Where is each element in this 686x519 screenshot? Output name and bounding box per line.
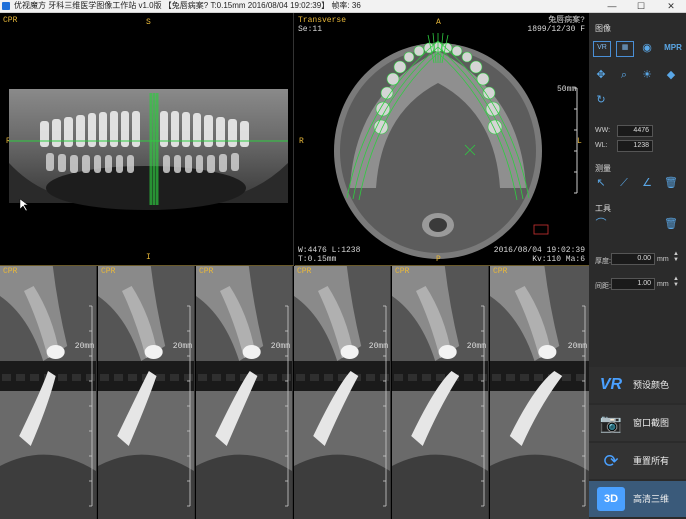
window-capture-label: 窗口截图 <box>633 418 670 428</box>
app-icon <box>2 2 10 10</box>
cpr-slice-image <box>98 266 194 519</box>
layers-icon[interactable]: ◆ <box>663 68 679 82</box>
camera-icon: 📷 <box>599 413 623 433</box>
control-panel: 图像 VR ▦ ◉ MPR ✥ ⌕ ☀ ◆ ↻ WW: 4476 WL: 123… <box>589 13 686 519</box>
reset-all-label: 重置所有 <box>633 456 670 466</box>
cpr-slice-label: CPR <box>395 267 410 276</box>
interval-unit: mm <box>657 281 669 288</box>
thickness-label: 厚度: <box>595 258 611 265</box>
thickness-unit: mm <box>657 256 669 263</box>
layout-grid-icon[interactable]: ▦ <box>616 41 634 57</box>
wl-field[interactable]: 1238 <box>617 140 653 152</box>
window-capture-button[interactable]: 📷 窗口截图 <box>589 405 686 441</box>
thickness-field[interactable]: 0.00 <box>611 253 655 265</box>
cpr-slice-label: CPR <box>3 267 18 276</box>
cpr-slice-image <box>294 266 390 519</box>
slice-thickness: T:0.15mm <box>298 255 337 264</box>
axial-image <box>334 32 578 259</box>
cpr-slice-scale: 20mm <box>74 342 94 351</box>
reset-all-button[interactable]: ⟳ 重置所有 <box>589 443 686 479</box>
patient-birthdate: 1899/12/30 F <box>527 25 585 34</box>
line-tool-icon[interactable]: ⟋ <box>616 176 632 190</box>
preset-color-button[interactable]: VR 预设颜色 <box>589 367 686 403</box>
image-section-title: 图像 <box>595 24 611 33</box>
mpr-mode-button[interactable]: MPR <box>663 41 683 55</box>
arrow-tool-icon[interactable]: ↖ <box>593 176 609 190</box>
cpr-slice-scale: 20mm <box>368 342 388 351</box>
cpr-slice-image <box>0 266 96 519</box>
cpr-slice-scale: 20mm <box>172 342 192 351</box>
orient-left: R <box>299 137 304 146</box>
series-label: Se:11 <box>298 25 323 34</box>
cpr-viewport[interactable]: CPR S I R L <box>0 13 294 266</box>
wl-label: WL: <box>595 142 608 149</box>
reset-icon: ⟳ <box>603 451 619 471</box>
orient-bottom: P <box>436 255 441 264</box>
cpr-slice-label: CPR <box>493 267 508 276</box>
cpr-slice-scale: 20mm <box>466 342 486 351</box>
zoom-icon[interactable]: ⌕ <box>616 68 632 82</box>
window-level: W:4476 L:1238 <box>298 246 361 255</box>
interval-stepper[interactable]: ▲ ▼ <box>673 276 679 288</box>
cpr-slice-5[interactable]: CPR 20mm <box>392 266 489 519</box>
interval-field[interactable]: 1.00 <box>611 278 655 290</box>
preset-color-label: 预设颜色 <box>633 380 670 390</box>
ww-field[interactable]: 4476 <box>617 125 653 137</box>
cpr-slice-scale: 20mm <box>270 342 290 351</box>
hd-3d-button[interactable]: 3D 高清三维 <box>589 481 686 517</box>
hd-3d-icon: 3D <box>597 487 625 511</box>
kv-ma: Kv:110 Ma:6 <box>532 255 585 264</box>
scale-label: 50mm <box>557 85 577 94</box>
window-title: 优视魔方 牙科三维医学图像工作站 v1.0版 【兔唇病案? T:0.15mm 2… <box>14 1 361 10</box>
interval-label: 间距: <box>595 283 611 290</box>
minimize-button[interactable]: — <box>597 0 627 12</box>
transverse-label: Transverse <box>298 16 347 25</box>
move-icon[interactable]: ✥ <box>593 68 609 82</box>
viewport-area: CPR S I R L <box>0 13 589 519</box>
cpr-slice-2[interactable]: CPR 20mm <box>98 266 195 519</box>
trash-icon[interactable]: 🗑 <box>663 217 679 231</box>
tools-section-title: 工具 <box>595 204 611 213</box>
transverse-viewport[interactable]: Transverse Se:11 兔唇病案? 1899/12/30 F A P … <box>295 13 589 266</box>
cpr-slice-label: CPR <box>101 267 116 276</box>
vr-mode-button[interactable]: VR <box>593 41 611 57</box>
cpr-slice-4[interactable]: CPR 20mm <box>294 266 391 519</box>
thickness-stepper[interactable]: ▲ ▼ <box>673 251 679 263</box>
cpr-slice-scale: 20mm <box>567 342 587 351</box>
orient-top: A <box>436 18 441 27</box>
orient-right: L <box>577 137 582 146</box>
acquisition-time: 2016/08/04 19:02:39 <box>493 246 585 255</box>
ww-label: WW: <box>595 127 611 134</box>
title-bar: 优视魔方 牙科三维医学图像工作站 v1.0版 【兔唇病案? T:0.15mm 2… <box>0 0 686 13</box>
vr-icon: VR <box>599 376 623 393</box>
eye-icon[interactable]: ◉ <box>639 41 655 55</box>
hd-3d-label: 高清三维 <box>633 494 670 504</box>
cpr-slice-3[interactable]: CPR 20mm <box>196 266 293 519</box>
panoramic-image <box>9 89 288 212</box>
cpr-slice-image <box>490 266 589 519</box>
cpr-slice-label: CPR <box>199 267 214 276</box>
trash-icon[interactable]: 🗑 <box>663 176 679 190</box>
close-button[interactable]: ✕ <box>656 0 686 12</box>
curve-tool-icon[interactable]: ⌒ <box>593 217 609 231</box>
brightness-icon[interactable]: ☀ <box>639 68 655 82</box>
cpr-slice-image <box>196 266 292 519</box>
angle-tool-icon[interactable]: ∠ <box>639 176 655 190</box>
maximize-button[interactable]: ☐ <box>626 0 656 12</box>
rotate-icon[interactable]: ↻ <box>593 93 609 107</box>
measure-section-title: 测量 <box>595 164 611 173</box>
cpr-slice-6[interactable]: CPR 20mm <box>490 266 589 519</box>
cpr-slice-label: CPR <box>297 267 312 276</box>
cpr-slice-image <box>392 266 488 519</box>
cpr-slice-1[interactable]: CPR 20mm <box>0 266 97 519</box>
patient-name: 兔唇病案? <box>548 16 585 25</box>
